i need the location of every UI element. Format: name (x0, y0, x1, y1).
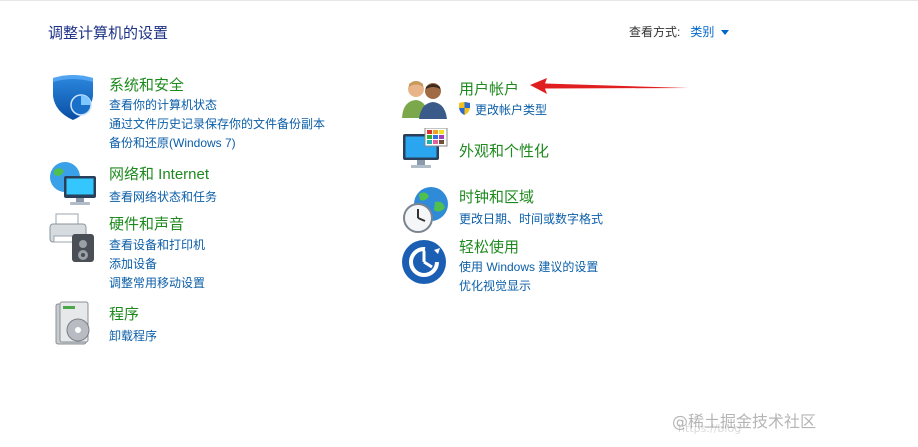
view-by-value: 类别 (690, 25, 715, 39)
users-icon[interactable] (401, 76, 449, 125)
link-view-computer-status[interactable]: 查看你的计算机状态 (109, 96, 217, 113)
top-divider (0, 0, 918, 1)
view-by-dropdown[interactable]: 类别 (690, 23, 730, 40)
link-add-device[interactable]: 添加设备 (109, 255, 157, 272)
shield-icon[interactable] (48, 72, 98, 127)
ease-of-access-icon[interactable] (401, 239, 447, 290)
category-title-security[interactable]: 系统和安全 (109, 74, 184, 95)
appearance-icon[interactable] (401, 127, 449, 181)
category-title-user-accounts[interactable]: 用户帐户 (459, 78, 519, 99)
link-change-account-type[interactable]: 更改帐户类型 (475, 101, 547, 118)
uac-shield-icon (458, 101, 471, 120)
view-by: 查看方式: 类别 (629, 23, 730, 40)
view-by-label: 查看方式: (629, 25, 681, 39)
link-backup-restore[interactable]: 备份和还原(Windows 7) (109, 134, 236, 151)
clock-globe-icon[interactable] (401, 184, 451, 241)
programs-icon[interactable] (52, 300, 96, 353)
category-title-clock[interactable]: 时钟和区域 (459, 186, 534, 207)
link-change-date-time-format[interactable]: 更改日期、时间或数字格式 (459, 210, 603, 227)
globe-network-icon[interactable] (48, 160, 100, 213)
link-windows-recommended-settings[interactable]: 使用 Windows 建议的设置 (459, 258, 598, 275)
chevron-down-icon (721, 29, 730, 35)
link-optimize-visual-display[interactable]: 优化视觉显示 (459, 277, 531, 294)
watermark: @稀土掘金技术社区 https://blog (672, 408, 816, 435)
watermark-faint-url: https://blog (678, 422, 742, 435)
category-title-programs[interactable]: 程序 (109, 303, 139, 324)
category-title-appearance[interactable]: 外观和个性化 (459, 140, 549, 161)
annotation-arrow-icon (530, 78, 689, 94)
link-file-history-backup[interactable]: 通过文件历史记录保存你的文件备份副本 (109, 115, 325, 132)
category-title-ease-of-access[interactable]: 轻松使用 (459, 236, 519, 257)
link-mobility-settings[interactable]: 调整常用移动设置 (109, 274, 205, 291)
page-title: 调整计算机的设置 (48, 25, 169, 42)
link-view-network-status[interactable]: 查看网络状态和任务 (109, 188, 217, 205)
category-title-hardware[interactable]: 硬件和声音 (109, 213, 184, 234)
category-title-network[interactable]: 网络和 Internet (109, 163, 209, 184)
link-devices-printers[interactable]: 查看设备和打印机 (109, 236, 205, 253)
printer-sound-icon[interactable] (48, 212, 100, 269)
link-uninstall-program[interactable]: 卸载程序 (109, 327, 157, 344)
